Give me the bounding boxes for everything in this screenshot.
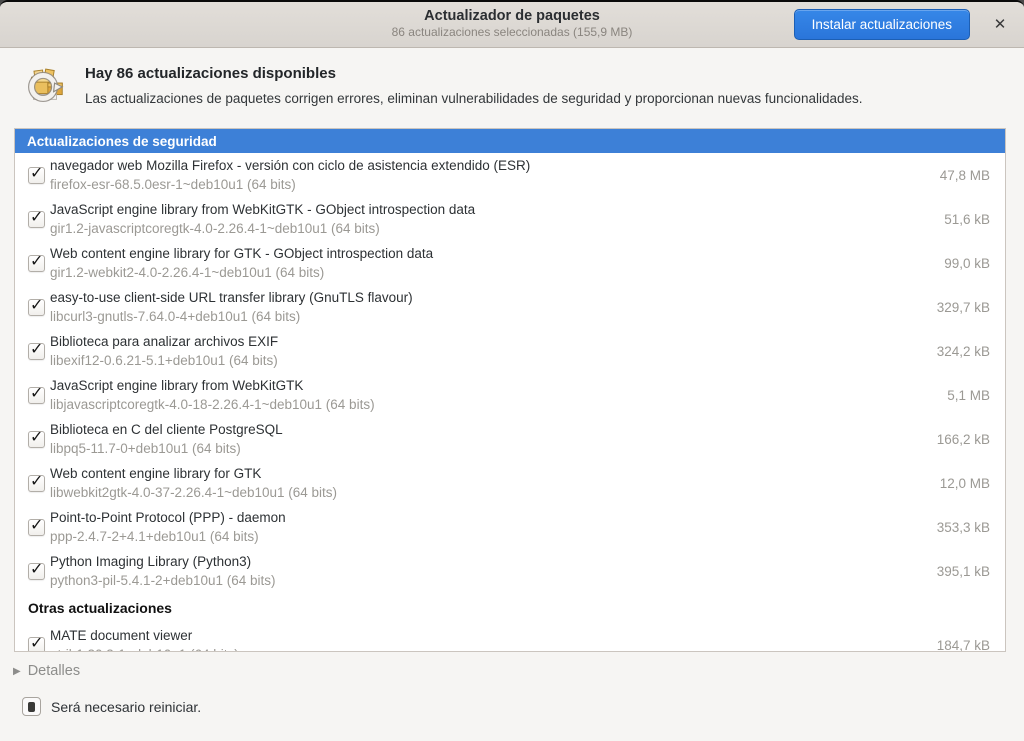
package-size: 51,6 kB — [944, 212, 1005, 227]
checkmark-icon: ✓ — [30, 251, 43, 271]
checkmark-icon: ✓ — [30, 515, 43, 535]
package-version: libwebkit2gtk-4.0-37-2.26.4-1~deb10u1 (6… — [50, 483, 337, 502]
package-name: Python Imaging Library (Python3) — [50, 552, 276, 571]
package-name: Point-to-Point Protocol (PPP) - daemon — [50, 508, 286, 527]
package-size: 47,8 MB — [940, 168, 1005, 183]
package-row[interactable]: ✓ Web content engine library for GTKlibwe… — [15, 461, 1005, 505]
package-name: JavaScript engine library from WebKitGTK — [50, 376, 375, 395]
package-version: python3-pil-5.4.1-2+deb10u1 (64 bits) — [50, 571, 276, 590]
package-row[interactable]: ✓ Python Imaging Library (Python3)python3… — [15, 549, 1005, 593]
package-row[interactable]: ✓ easy-to-use client-side URL transfer li… — [15, 285, 1005, 329]
package-version: libjavascriptcoregtk-4.0-18-2.26.4-1~deb… — [50, 395, 375, 414]
package-checkbox[interactable]: ✓ — [28, 167, 45, 184]
details-expander[interactable]: ▶ Detalles — [13, 663, 80, 679]
package-size: 329,7 kB — [937, 300, 1005, 315]
package-checkbox[interactable]: ✓ — [28, 431, 45, 448]
checkmark-icon: ✓ — [30, 383, 43, 403]
package-version: atril-1.20.3-1+deb10u1 (64 bits) — [50, 645, 239, 652]
package-version: libcurl3-gnutls-7.64.0-4+deb10u1 (64 bit… — [50, 307, 413, 326]
package-updater-window: Actualizador de paquetes 86 actualizacio… — [0, 0, 1024, 741]
package-version: libpq5-11.7-0+deb10u1 (64 bits) — [50, 439, 283, 458]
package-size: 99,0 kB — [944, 256, 1005, 271]
checkmark-icon: ✓ — [30, 559, 43, 579]
package-checkbox[interactable]: ✓ — [28, 299, 45, 316]
install-updates-button[interactable]: Instalar actualizaciones — [794, 9, 970, 40]
expander-arrow-icon: ▶ — [13, 666, 21, 677]
package-row[interactable]: ✓ JavaScript engine library from WebKitGT… — [15, 373, 1005, 417]
section-header: Actualizaciones de seguridad — [15, 129, 1005, 153]
package-size: 395,1 kB — [937, 564, 1005, 579]
package-checkbox[interactable]: ✓ — [28, 387, 45, 404]
restart-notice-text: Será necesario reiniciar. — [51, 699, 201, 715]
restart-required-icon — [22, 697, 41, 716]
package-size: 166,2 kB — [937, 432, 1005, 447]
updates-description: Las actualizaciones de paquetes corrigen… — [85, 91, 1000, 106]
header-bar: Actualizador de paquetes 86 actualizacio… — [0, 2, 1024, 48]
package-version: libexif12-0.6.21-5.1+deb10u1 (64 bits) — [50, 351, 278, 370]
package-checkbox[interactable]: ✓ — [28, 475, 45, 492]
package-name: easy-to-use client-side URL transfer lib… — [50, 288, 413, 307]
software-updater-icon — [22, 62, 68, 108]
checkmark-icon: ✓ — [30, 295, 43, 315]
package-version: ppp-2.4.7-2+4.1+deb10u1 (64 bits) — [50, 527, 286, 546]
package-row[interactable]: ✓ Web content engine library for GTK - GO… — [15, 241, 1005, 285]
package-row[interactable]: ✓ MATE document vieweratril-1.20.3-1+deb1… — [15, 623, 1005, 652]
package-name: Web content engine library for GTK — [50, 464, 337, 483]
updates-available-heading: Hay 86 actualizaciones disponibles — [85, 65, 1000, 82]
package-row[interactable]: ✓ JavaScript engine library from WebKitGT… — [15, 197, 1005, 241]
restart-notice-row: Será necesario reiniciar. — [22, 697, 201, 716]
restart-icon-inner — [28, 702, 35, 712]
package-row[interactable]: ✓ Biblioteca para analizar archivos EXIFl… — [15, 329, 1005, 373]
intro-text: Hay 86 actualizaciones disponibles Las a… — [85, 65, 1000, 106]
package-name: Biblioteca para analizar archivos EXIF — [50, 332, 278, 351]
checkmark-icon: ✓ — [30, 427, 43, 447]
package-name: Web content engine library for GTK - GOb… — [50, 244, 433, 263]
update-list[interactable]: Actualizaciones de seguridad ✓ navegador w… — [14, 128, 1006, 652]
package-size: 324,2 kB — [937, 344, 1005, 359]
package-version: firefox-esr-68.5.0esr-1~deb10u1 (64 bits… — [50, 175, 530, 194]
package-checkbox[interactable]: ✓ — [28, 637, 45, 653]
package-checkbox[interactable]: ✓ — [28, 519, 45, 536]
intro-section: Hay 86 actualizaciones disponibles Las a… — [22, 62, 1000, 108]
section-header: Otras actualizaciones — [15, 593, 1005, 623]
checkmark-icon: ✓ — [30, 207, 43, 227]
checkmark-icon: ✓ — [30, 339, 43, 359]
package-row[interactable]: ✓ navegador web Mozilla Firefox - versión… — [15, 153, 1005, 197]
package-version: gir1.2-javascriptcoregtk-4.0-2.26.4-1~de… — [50, 219, 475, 238]
checkmark-icon: ✓ — [30, 471, 43, 491]
package-size: 5,1 MB — [947, 388, 1005, 403]
package-checkbox[interactable]: ✓ — [28, 211, 45, 228]
package-name: navegador web Mozilla Firefox - versión … — [50, 156, 530, 175]
package-version: gir1.2-webkit2-4.0-2.26.4-1~deb10u1 (64 … — [50, 263, 433, 282]
checkmark-icon: ✓ — [30, 633, 43, 653]
package-row[interactable]: ✓ Point-to-Point Protocol (PPP) - daemonp… — [15, 505, 1005, 549]
package-row[interactable]: ✓ Biblioteca en C del cliente PostgreSQLl… — [15, 417, 1005, 461]
package-name: JavaScript engine library from WebKitGTK… — [50, 200, 475, 219]
package-name: Biblioteca en C del cliente PostgreSQL — [50, 420, 283, 439]
package-checkbox[interactable]: ✓ — [28, 563, 45, 580]
package-size: 353,3 kB — [937, 520, 1005, 535]
close-icon[interactable]: ✕ — [988, 13, 1012, 37]
package-size: 184,7 kB — [937, 638, 1005, 653]
package-checkbox[interactable]: ✓ — [28, 343, 45, 360]
details-label: Detalles — [28, 663, 80, 679]
package-size: 12,0 MB — [940, 476, 1005, 491]
package-name: MATE document viewer — [50, 626, 239, 645]
package-checkbox[interactable]: ✓ — [28, 255, 45, 272]
checkmark-icon: ✓ — [30, 163, 43, 183]
